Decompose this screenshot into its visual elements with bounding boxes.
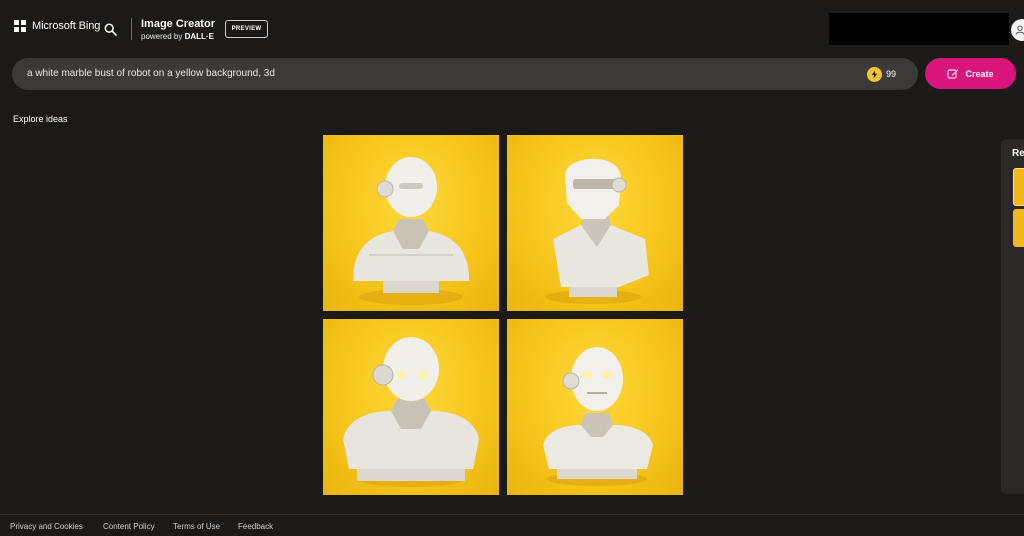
app-title[interactable]: Image Creator [141, 18, 215, 30]
windows-logo-icon [14, 20, 26, 32]
powered-prefix: powered by [141, 32, 183, 41]
powered-by-model: DALL·E [184, 32, 214, 41]
recent-panel: Re [1001, 139, 1024, 494]
preview-badge: PREVIEW [225, 20, 268, 38]
powered-by-text: powered by DALL·E [141, 32, 214, 41]
recent-panel-title: Re [1012, 148, 1024, 159]
footer-link-feedback[interactable]: Feedback [238, 522, 273, 531]
footer-link-terms[interactable]: Terms of Use [173, 522, 220, 531]
create-button[interactable]: Create [925, 58, 1016, 89]
profile-button[interactable] [1011, 19, 1024, 41]
boost-counter[interactable]: 99 [867, 64, 907, 84]
result-image-1[interactable] [323, 135, 499, 311]
prompt-input[interactable]: a white marble bust of robot on a yellow… [12, 58, 918, 90]
header: Microsoft Bing Image Creator powered by … [0, 0, 1024, 56]
create-pencil-icon [947, 69, 959, 78]
header-divider [131, 18, 132, 40]
footer: Privacy and Cookies Content Policy Terms… [0, 514, 1024, 536]
brand-name: Microsoft Bing [32, 20, 101, 32]
microsoft-bing-logo[interactable]: Microsoft Bing [14, 20, 100, 32]
result-image-2[interactable] [507, 135, 683, 311]
account-area[interactable] [829, 13, 1009, 45]
footer-link-content-policy[interactable]: Content Policy [103, 522, 155, 531]
boost-count: 99 [886, 69, 897, 79]
explore-ideas-link[interactable]: Explore ideas [13, 114, 68, 124]
image-results-grid [323, 135, 685, 495]
result-image-4[interactable] [507, 319, 683, 495]
profile-icon [1015, 25, 1024, 35]
footer-link-privacy[interactable]: Privacy and Cookies [10, 522, 83, 531]
search-button[interactable] [98, 17, 122, 41]
prompt-text[interactable]: a white marble bust of robot on a yellow… [27, 68, 275, 79]
boost-icon [867, 66, 882, 82]
recent-thumbnail[interactable] [1013, 209, 1024, 247]
recent-thumbnail[interactable] [1013, 168, 1024, 206]
create-label: Create [965, 68, 994, 79]
result-image-3[interactable] [323, 319, 499, 495]
search-icon [104, 23, 117, 36]
